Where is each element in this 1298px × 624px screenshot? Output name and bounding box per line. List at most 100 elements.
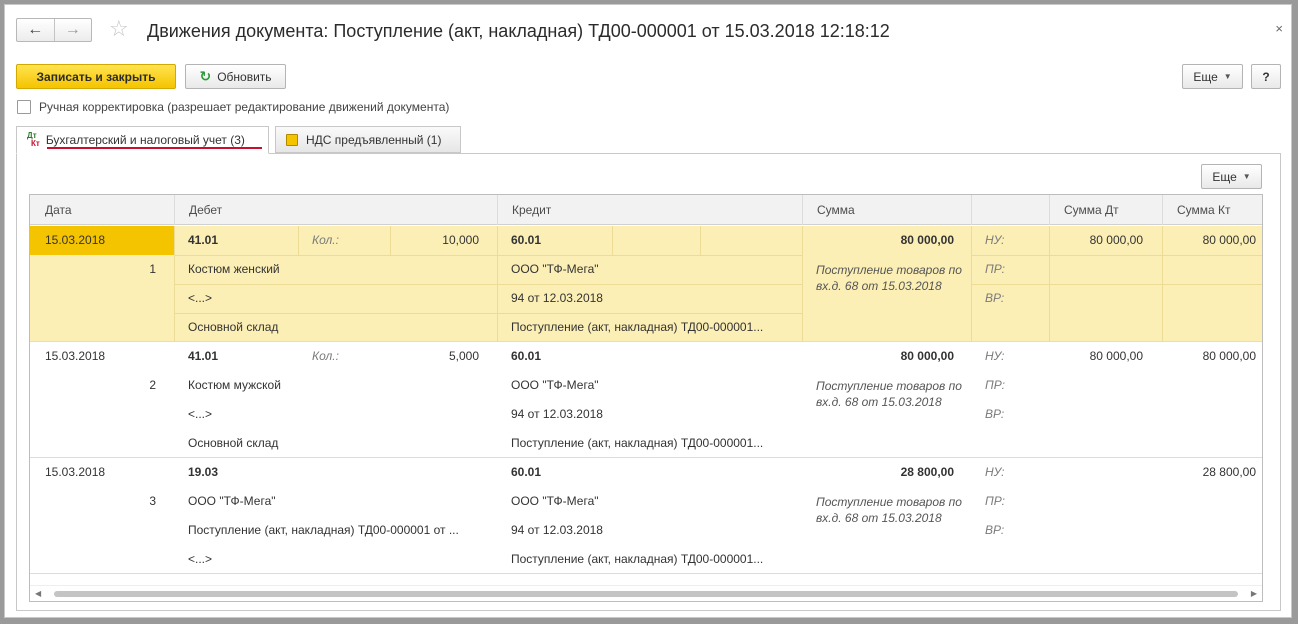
cell-sum-kt: 80 000,00 — [1202, 349, 1256, 363]
cell-credit-subconto-2: 94 от 12.03.2018 — [511, 523, 603, 537]
save-and-close-button[interactable]: Записать и закрыть — [16, 64, 176, 89]
column-header-debit[interactable]: Дебет — [174, 195, 497, 225]
cell-pr-label: ПР: — [985, 494, 1005, 508]
cell-qty: 10,000 — [442, 233, 479, 247]
column-header-credit[interactable]: Кредит — [497, 195, 802, 225]
scroll-left-icon[interactable]: ◀ — [35, 589, 41, 598]
cell-pr-label: ПР: — [985, 378, 1005, 392]
horizontal-scrollbar[interactable]: ◀ ▶ — [30, 585, 1262, 601]
cell-date: 15.03.2018 — [45, 349, 106, 363]
cell-sum: 80 000,00 — [900, 233, 954, 247]
tab-accounting-label: Бухгалтерский и налоговый учет (3) — [45, 133, 245, 147]
forward-arrow-icon[interactable]: → — [53, 19, 92, 41]
cell-debit-subconto-2: Поступление (акт, накладная) ТД00-000001… — [188, 523, 459, 537]
cell-debit-account: 41.01 — [188, 349, 219, 363]
refresh-button[interactable]: ↻ Обновить — [185, 64, 286, 89]
chevron-down-icon: ▼ — [1242, 172, 1251, 181]
grid-more-menu-button[interactable]: Еще ▼ — [1201, 164, 1262, 189]
close-icon[interactable]: × — [1275, 21, 1283, 36]
cell-nu-label: НУ: — [985, 349, 1005, 363]
cell-qty-label: Кол.: — [312, 233, 339, 247]
cell-debit-account: 19.03 — [188, 465, 219, 479]
cell-credit-subconto-2: 94 от 12.03.2018 — [511, 291, 603, 305]
manual-edit-checkbox[interactable] — [17, 100, 31, 114]
cell-vr-label: ВР: — [985, 291, 1005, 305]
table-row[interactable]: 15.03.2018 3 19.03 ООО "ТФ-Мега" Поступл… — [30, 458, 1262, 574]
cell-qty — [390, 458, 479, 487]
scrollbar-thumb[interactable] — [54, 591, 1238, 597]
cell-credit-account: 60.01 — [511, 465, 542, 479]
manual-edit-row: Ручная корректировка (разрешает редактир… — [17, 100, 449, 114]
dt-kt-icon: Дт Кт — [27, 131, 40, 148]
grid-more-label: Еще — [1212, 169, 1237, 184]
cell-line-number: 1 — [149, 262, 156, 276]
cell-credit-subconto-3: Поступление (акт, накладная) ТД00-000001… — [511, 436, 764, 450]
cell-debit-subconto-3: Основной склад — [188, 436, 279, 450]
scroll-right-icon[interactable]: ▶ — [1251, 589, 1257, 598]
refresh-icon: ↻ — [199, 68, 212, 84]
refresh-button-label: Обновить — [217, 69, 272, 84]
manual-edit-label[interactable]: Ручная корректировка (разрешает редактир… — [39, 100, 449, 114]
register-icon — [286, 133, 298, 146]
table-row[interactable]: 15.03.2018 1 41.01 Кол.: 10,000 Костюм ж… — [30, 226, 1262, 342]
cell-sum: 28 800,00 — [900, 465, 954, 479]
document-movements-window: ← → ☆ Движения документа: Поступление (а… — [4, 4, 1292, 618]
active-tab-underline — [47, 147, 262, 149]
cell-nu-label: НУ: — [985, 233, 1005, 247]
cell-debit-subconto-1: Костюм женский — [188, 262, 280, 276]
cell-credit-subconto-1: ООО "ТФ-Мега" — [511, 494, 599, 508]
cell-qty: 5,000 — [448, 349, 479, 363]
cell-sum-dt — [1049, 458, 1143, 487]
cell-sum-kt: 80 000,00 — [1202, 233, 1256, 247]
cell-vr-label: ВР: — [985, 407, 1005, 421]
cell-sum-dt: 80 000,00 — [1089, 349, 1143, 363]
column-header-sum-kt[interactable]: Сумма Кт — [1162, 195, 1262, 225]
more-menu-label: Еще — [1193, 69, 1218, 84]
cell-credit-subconto-1: ООО "ТФ-Мега" — [511, 378, 599, 392]
title-bar: ← → ☆ Движения документа: Поступление (а… — [5, 5, 1291, 55]
tab-vat-label: НДС предъявленный (1) — [306, 132, 442, 147]
cell-debit-subconto-1: ООО "ТФ-Мега" — [188, 494, 276, 508]
navigation-buttons: ← → — [16, 18, 92, 42]
column-header-date[interactable]: Дата — [30, 195, 174, 225]
cell-vr-label: ВР: — [985, 523, 1005, 537]
cell-line-number: 3 — [149, 494, 156, 508]
tab-accounting[interactable]: Дт Кт Бухгалтерский и налоговый учет (3) — [16, 126, 269, 154]
column-header-sum-dt[interactable]: Сумма Дт — [1049, 195, 1162, 225]
cell-date: 15.03.2018 — [45, 233, 106, 247]
column-header-tax-type[interactable] — [971, 195, 1049, 225]
more-menu-button[interactable]: Еще ▼ — [1182, 64, 1243, 89]
cell-pr-label: ПР: — [985, 262, 1005, 276]
favorite-star-icon[interactable]: ☆ — [109, 18, 129, 40]
cell-sum-dt: 80 000,00 — [1089, 233, 1143, 247]
cell-description: Поступление товаров по вх.д. 68 от 15.03… — [816, 379, 962, 409]
chevron-down-icon: ▼ — [1223, 72, 1232, 81]
page-title: Движения документа: Поступление (акт, на… — [147, 21, 890, 41]
cell-date: 15.03.2018 — [45, 465, 106, 479]
cell-credit-subconto-3: Поступление (акт, накладная) ТД00-000001… — [511, 320, 764, 334]
cell-debit-subconto-3: Основной склад — [188, 320, 279, 334]
cell-sum-kt: 28 800,00 — [1202, 465, 1256, 479]
cell-credit-account: 60.01 — [511, 349, 542, 363]
table-row[interactable]: 15.03.2018 2 41.01 Кол.: 5,000 Костюм му… — [30, 342, 1262, 458]
cell-description: Поступление товаров по вх.д. 68 от 15.03… — [816, 495, 962, 525]
cell-credit-subconto-3: Поступление (акт, накладная) ТД00-000001… — [511, 552, 764, 566]
movements-table[interactable]: Дата Дебет Кредит Сумма Сумма Дт Сумма К… — [29, 194, 1263, 602]
cell-sum: 80 000,00 — [900, 349, 954, 363]
cell-line-number: 2 — [149, 378, 156, 392]
cell-credit-subconto-2: 94 от 12.03.2018 — [511, 407, 603, 421]
cell-debit-account: 41.01 — [188, 233, 219, 247]
help-button[interactable]: ? — [1251, 64, 1281, 89]
cell-debit-subconto-3: <...> — [188, 552, 213, 566]
cell-credit-account: 60.01 — [511, 233, 542, 247]
cell-credit-subconto-1: ООО "ТФ-Мега" — [511, 262, 599, 276]
cell-debit-subconto-1: Костюм мужской — [188, 378, 281, 392]
cell-description: Поступление товаров по вх.д. 68 от 15.03… — [816, 263, 962, 293]
column-header-sum[interactable]: Сумма — [802, 195, 971, 225]
tab-vat[interactable]: НДС предъявленный (1) — [275, 126, 461, 153]
table-header: Дата Дебет Кредит Сумма Сумма Дт Сумма К… — [30, 195, 1262, 225]
cell-debit-subconto-2: <...> — [188, 407, 213, 421]
cell-qty-label: Кол.: — [312, 349, 339, 363]
tab-panel-accounting: Еще ▼ Дата Дебет Кредит Сумма Сумма Дт С… — [16, 153, 1281, 611]
back-arrow-icon[interactable]: ← — [17, 19, 54, 41]
